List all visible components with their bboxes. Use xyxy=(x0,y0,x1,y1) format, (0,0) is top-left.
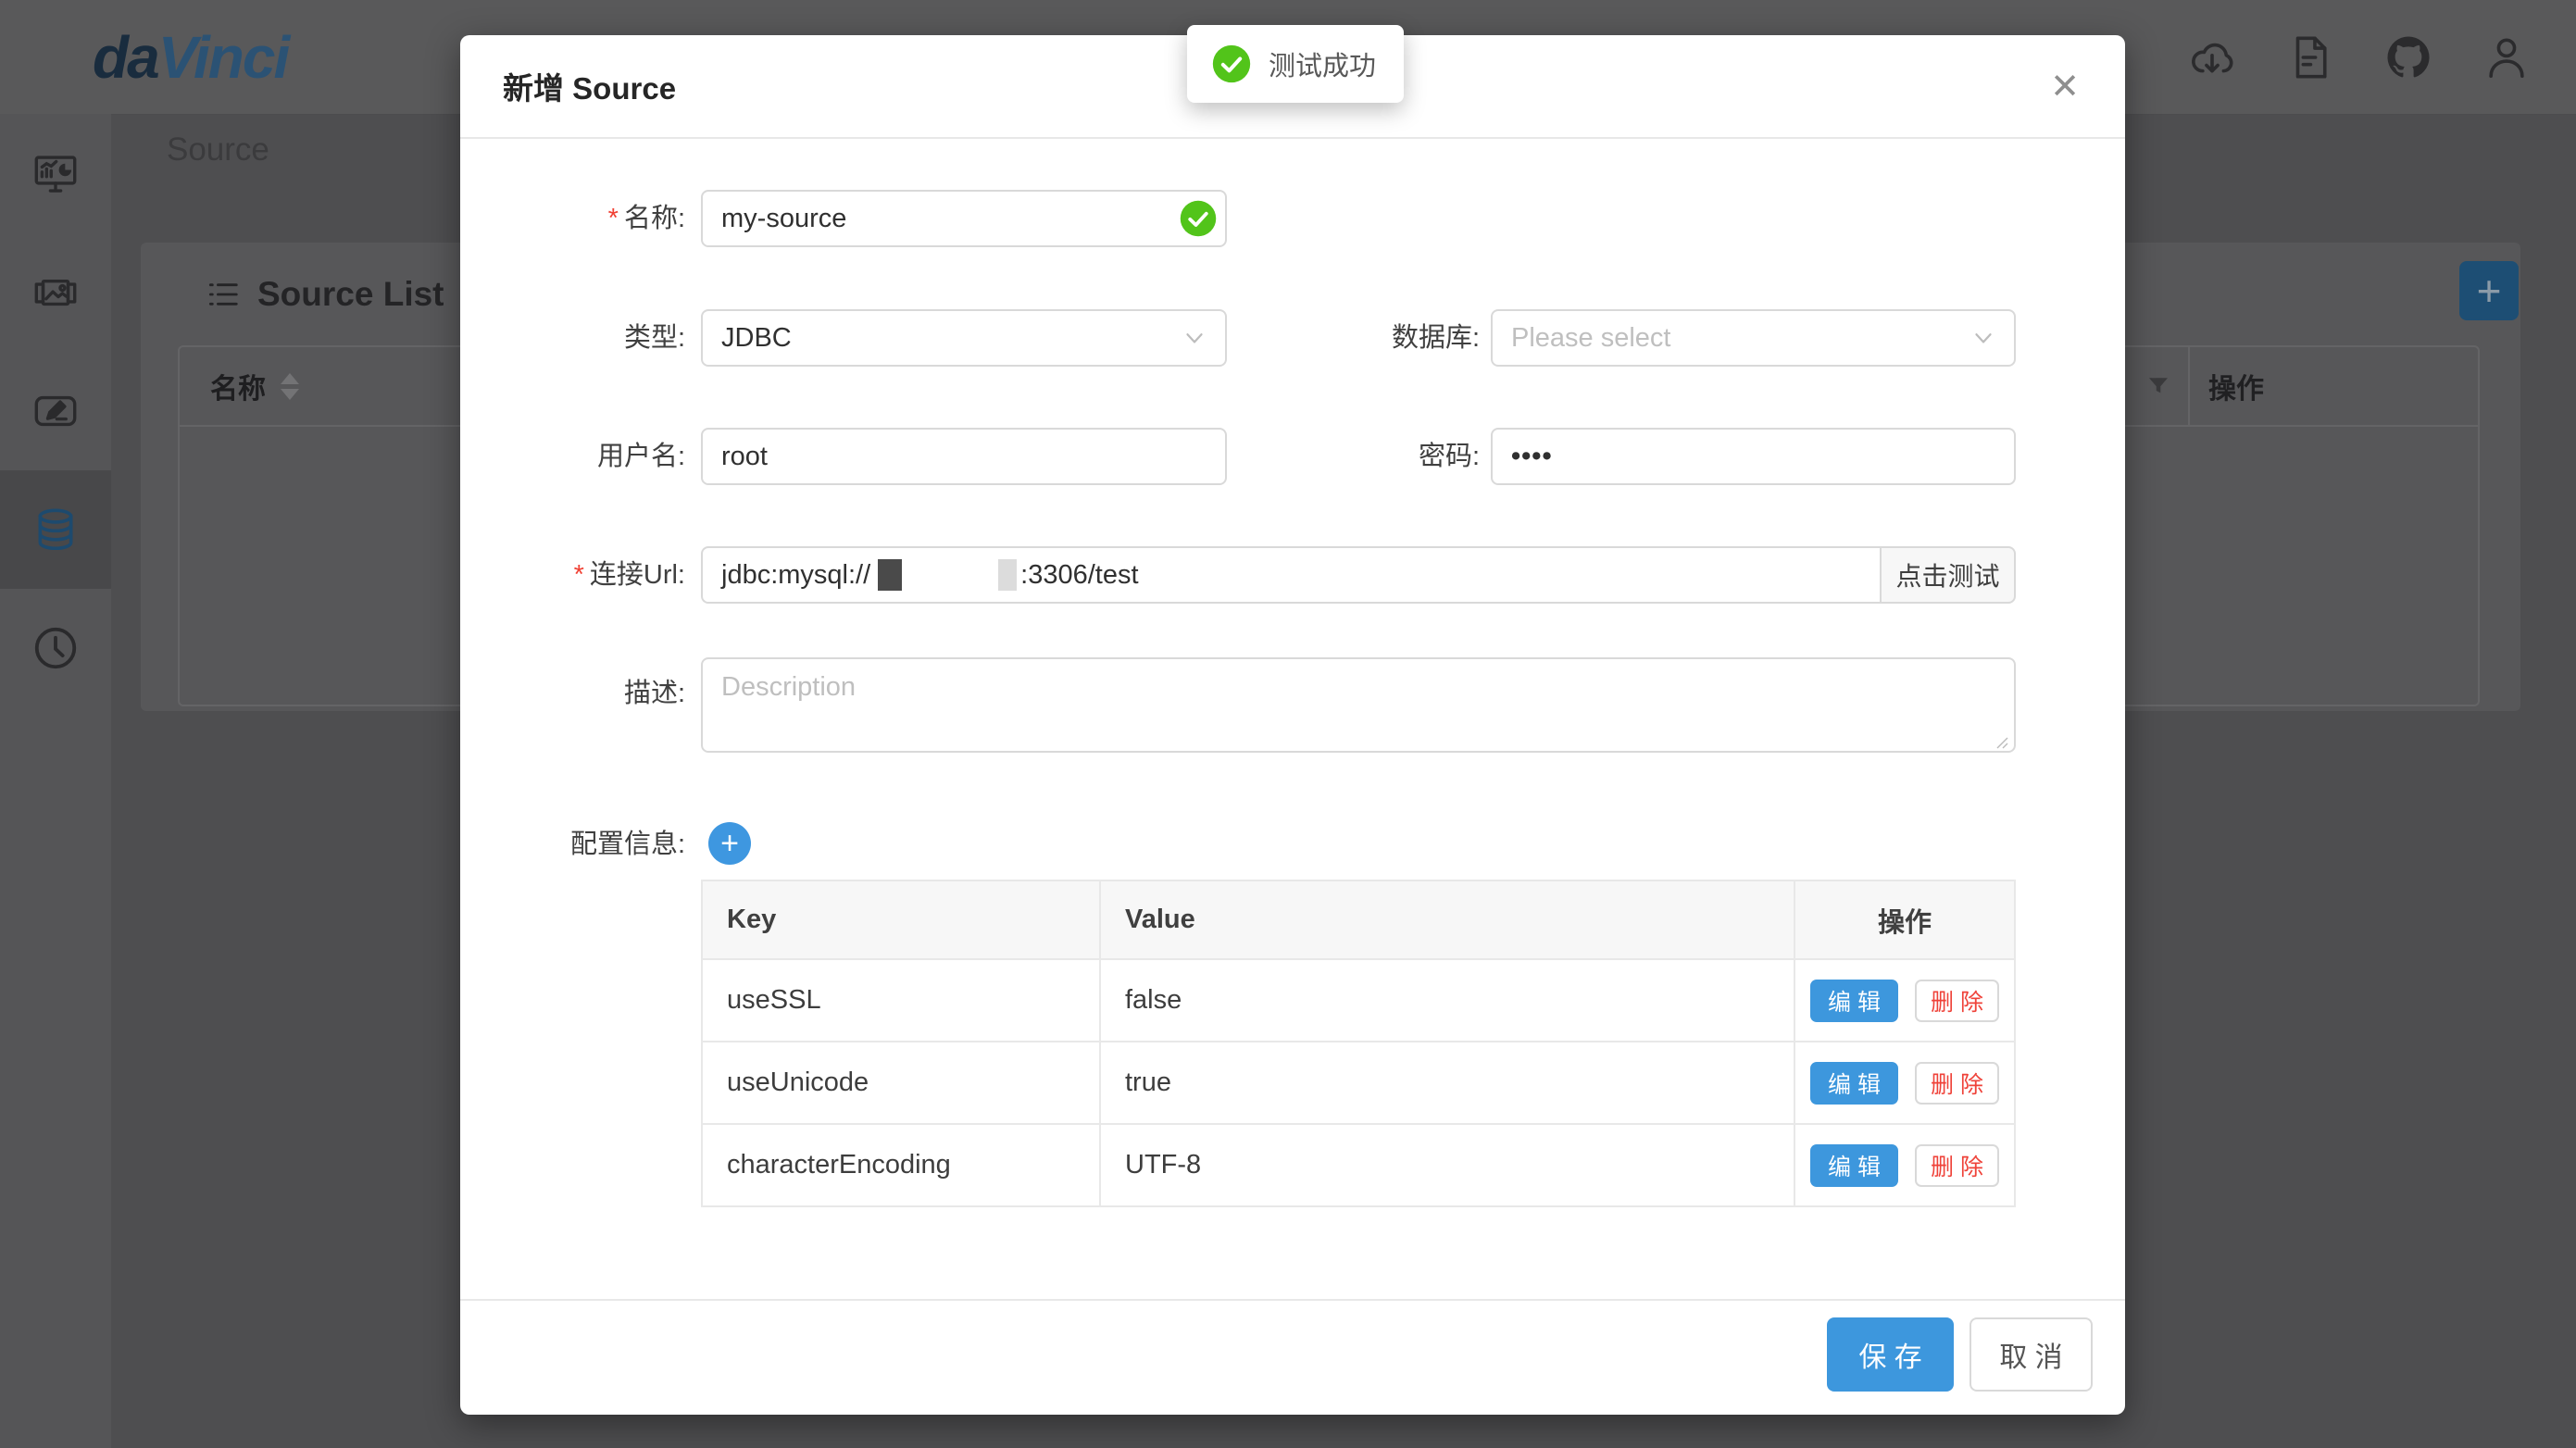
cloud-download-icon[interactable] xyxy=(2187,32,2237,82)
edit-button[interactable]: 编 辑 xyxy=(1810,980,1898,1022)
database-select-placeholder: Please select xyxy=(1511,323,1671,354)
delete-button[interactable]: 删 除 xyxy=(1915,1144,1999,1187)
add-source-modal: 新增 Source ✕ *名称: 类型: JDBC 数据库: Please se… xyxy=(460,35,2125,1415)
edit-button[interactable]: 编 辑 xyxy=(1810,1062,1898,1105)
type-select-value: JDBC xyxy=(721,323,792,354)
url-suffix: :3306/test xyxy=(1020,560,1138,591)
config-table-row: characterEncoding UTF-8 编 辑删 除 xyxy=(703,1123,2014,1205)
config-key: characterEncoding xyxy=(703,1125,1101,1205)
user-icon[interactable] xyxy=(2482,32,2532,82)
required-asterisk: * xyxy=(608,204,619,233)
database-icon xyxy=(31,505,81,555)
edit-button[interactable]: 编 辑 xyxy=(1810,1144,1898,1187)
sidebar-item-schedule[interactable] xyxy=(0,589,111,707)
add-config-button[interactable]: + xyxy=(708,822,751,865)
github-icon[interactable] xyxy=(2383,32,2433,82)
filter-funnel-icon[interactable] xyxy=(2145,372,2172,400)
sidebar-item-source[interactable] xyxy=(0,470,111,589)
value-header: Value xyxy=(1101,881,1795,958)
davinci-logo[interactable]: daVinci xyxy=(93,0,288,114)
config-value: false xyxy=(1101,960,1795,1041)
delete-button[interactable]: 删 除 xyxy=(1915,980,1999,1022)
redacted-host-block xyxy=(878,559,902,591)
sidebar-item-dashboard[interactable] xyxy=(0,115,111,233)
cancel-button[interactable]: 取 消 xyxy=(1970,1317,2093,1392)
username-input[interactable] xyxy=(701,428,1227,485)
chevron-down-icon xyxy=(1181,324,1208,352)
delete-button[interactable]: 删 除 xyxy=(1915,1062,1999,1105)
dashboard-monitor-icon xyxy=(31,149,81,199)
action-header: 操作 xyxy=(1795,881,2014,958)
name-label: *名称: xyxy=(481,190,685,247)
davinci-app: daVinci Source Source List + xyxy=(0,0,2576,1448)
valid-check-icon xyxy=(1179,199,1218,238)
sidebar-item-widget[interactable] xyxy=(0,352,111,470)
footer-divider xyxy=(460,1299,2125,1301)
logo-text-vinci: Vinci xyxy=(158,23,289,92)
config-table-row: useSSL false 编 辑删 除 xyxy=(703,958,2014,1041)
type-label: 类型: xyxy=(481,309,685,367)
password-input[interactable] xyxy=(1491,428,2016,485)
panel-title: Source List xyxy=(257,275,444,314)
config-value: UTF-8 xyxy=(1101,1125,1795,1205)
test-connection-button[interactable]: 点击测试 xyxy=(1880,546,2016,604)
chevron-down-icon xyxy=(1970,324,1997,352)
file-document-icon[interactable] xyxy=(2285,32,2335,82)
modal-title: 新增 Source xyxy=(503,35,676,137)
add-source-button[interactable]: + xyxy=(2459,261,2519,320)
unordered-list-icon xyxy=(206,277,241,312)
source-list-panel-header: Source List xyxy=(141,243,444,345)
name-input[interactable] xyxy=(701,190,1227,247)
key-header: Key xyxy=(703,881,1101,958)
sort-carets-icon[interactable] xyxy=(281,373,299,400)
database-label: 数据库: xyxy=(1276,309,1480,367)
sidebar xyxy=(0,114,111,1448)
clock-icon xyxy=(31,623,81,673)
required-asterisk: * xyxy=(574,560,584,590)
toast-message: 测试成功 xyxy=(1269,44,1376,83)
username-label: 用户名: xyxy=(481,428,685,485)
url-prefix: jdbc:mysql:// xyxy=(721,560,870,591)
config-label: 配置信息: xyxy=(481,824,685,865)
action-column-label: 操作 xyxy=(2208,366,2264,406)
success-check-icon xyxy=(1211,44,1252,84)
password-label: 密码: xyxy=(1276,428,1480,485)
save-button[interactable]: 保 存 xyxy=(1827,1317,1954,1392)
config-table-row: useUnicode true 编 辑删 除 xyxy=(703,1041,2014,1123)
sidebar-item-display[interactable] xyxy=(0,233,111,352)
config-table: Key Value 操作 useSSL false 编 辑删 除 useUnic… xyxy=(701,880,2016,1207)
url-label: *连接Url: xyxy=(481,546,685,604)
config-table-header: Key Value 操作 xyxy=(703,881,2014,958)
config-value: true xyxy=(1101,1042,1795,1123)
connection-url-input[interactable]: jdbc:mysql:// :3306/test xyxy=(701,546,1880,604)
config-key: useSSL xyxy=(703,960,1101,1041)
name-column-header[interactable]: 名称 xyxy=(210,347,299,425)
success-toast: 测试成功 xyxy=(1187,25,1404,103)
logo-text-da: da xyxy=(93,23,158,92)
redacted-host-block xyxy=(998,559,1017,591)
breadcrumb: Source xyxy=(167,131,269,169)
connection-url-group: jdbc:mysql:// :3306/test 点击测试 xyxy=(701,546,2016,604)
nav-icon-group xyxy=(2187,0,2532,114)
close-icon[interactable]: ✕ xyxy=(2023,35,2107,137)
widget-pencil-icon xyxy=(31,386,81,436)
type-select[interactable]: JDBC xyxy=(701,309,1227,367)
description-label: 描述: xyxy=(481,665,685,722)
database-select[interactable]: Please select xyxy=(1491,309,2016,367)
display-picture-icon xyxy=(31,268,81,318)
description-textarea[interactable] xyxy=(701,657,2016,753)
name-column-label: 名称 xyxy=(210,366,266,406)
config-key: useUnicode xyxy=(703,1042,1101,1123)
action-column-header: 操作 xyxy=(2188,347,2478,425)
